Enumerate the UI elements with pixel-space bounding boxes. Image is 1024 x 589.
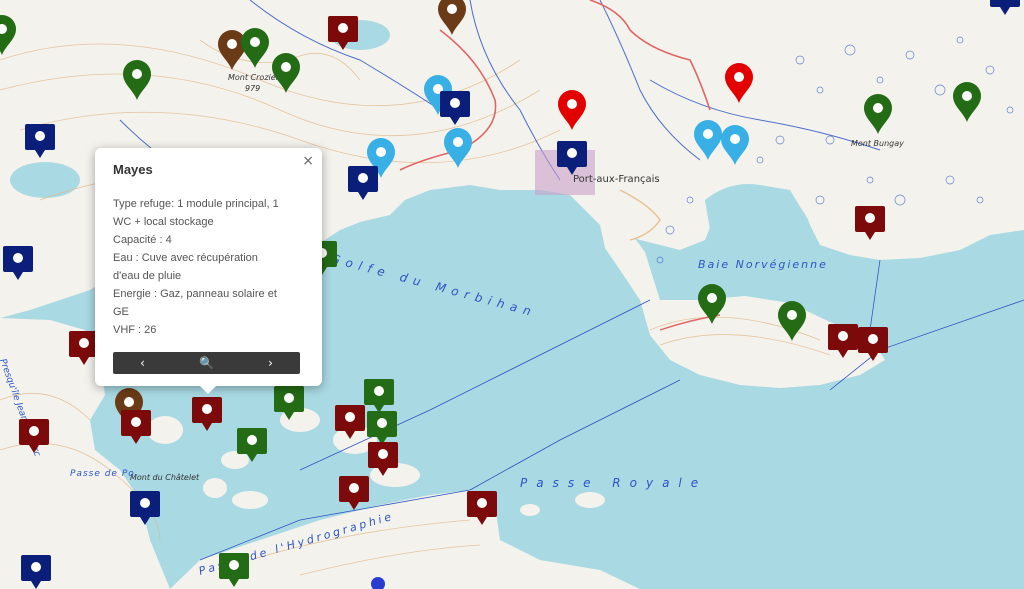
- marker-dot: [376, 147, 386, 157]
- marker-dot: [31, 562, 41, 572]
- marker-dot: [567, 148, 577, 158]
- marker-dot: [13, 253, 23, 263]
- marker-dot: [35, 131, 45, 141]
- marker-dot: [787, 310, 797, 320]
- popup-line: GE: [113, 306, 129, 318]
- marker-dot: [345, 412, 355, 422]
- place-label: Passe de Po: [70, 469, 135, 479]
- place-label: Mont Crozier: [228, 73, 280, 82]
- marker-dot: [79, 338, 89, 348]
- popup-line: d'eau de pluie: [113, 270, 182, 282]
- place-label: 979: [245, 84, 260, 93]
- marker-dot: [378, 449, 388, 459]
- marker-dot: [377, 418, 387, 428]
- marker-dot: [453, 137, 463, 147]
- popup-line: Eau : Cuve avec récupération: [113, 252, 258, 264]
- marker-dot: [131, 417, 141, 427]
- place-label: Mont Bungay: [851, 139, 904, 148]
- marker-dot: [873, 103, 883, 113]
- marker-dot: [349, 483, 359, 493]
- marker-dot: [730, 134, 740, 144]
- popup-tip: [198, 384, 218, 394]
- marker-dot: [140, 498, 150, 508]
- marker-dot: [358, 173, 368, 183]
- popup-title: Mayes: [113, 162, 153, 177]
- popup-line: Energie : Gaz, panneau solaire et: [113, 288, 277, 300]
- place-label: Passe Royale: [520, 476, 707, 490]
- next-button[interactable]: ›: [258, 356, 283, 370]
- marker-dot: [281, 62, 291, 72]
- popup-line: Type refuge: 1 module principal, 1: [113, 198, 279, 210]
- popup-line: VHF : 26: [113, 324, 157, 336]
- marker-dot: [124, 397, 134, 407]
- marker-dot: [247, 435, 257, 445]
- prev-button[interactable]: ‹: [130, 356, 155, 370]
- marker-dot: [868, 334, 878, 344]
- marker-dot: [374, 386, 384, 396]
- marker-dot: [338, 23, 348, 33]
- marker-dot: [450, 98, 460, 108]
- refuge-popup: Mayes × Type refuge: 1 module principal,…: [95, 148, 322, 386]
- popup-line: WC + local stockage: [113, 216, 214, 228]
- marker-dot: [703, 129, 713, 139]
- marker-dot: [229, 560, 239, 570]
- popup-nav: ‹ 🔍 ›: [113, 352, 300, 374]
- zoom-icon[interactable]: 🔍: [189, 356, 224, 370]
- marker-dot: [284, 393, 294, 403]
- place-label: Mont du Châtelet: [130, 473, 200, 482]
- popup-line: Capacité : 4: [113, 234, 172, 246]
- marker-dot: [707, 293, 717, 303]
- marker-dot: [227, 39, 237, 49]
- marker-dot: [734, 72, 744, 82]
- marker-dot: [132, 69, 142, 79]
- place-label: Port-aux-Français: [573, 174, 660, 185]
- place-label: Baie Norvégienne: [698, 258, 828, 271]
- marker-dot: [202, 404, 212, 414]
- marker-dot: [962, 91, 972, 101]
- marker-dot: [567, 99, 577, 109]
- marker-dot: [838, 331, 848, 341]
- marker-dot: [29, 426, 39, 436]
- marker-dot: [447, 4, 457, 14]
- marker-dot: [477, 498, 487, 508]
- close-icon[interactable]: ×: [302, 153, 314, 169]
- marker-dot: [865, 213, 875, 223]
- marker-dot: [250, 37, 260, 47]
